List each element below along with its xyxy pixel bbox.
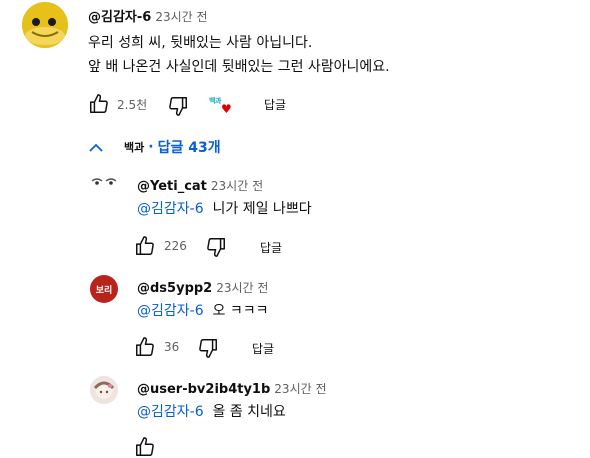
reply-mention[interactable]: @김감자-6 (137, 404, 204, 420)
dislike-icon[interactable] (197, 337, 219, 359)
creator-heart-label: 백과 (209, 97, 221, 105)
replies-count-label: 답글 43개 (157, 140, 221, 156)
reply-text: @김감자-6 올 좀 치네요 (137, 402, 286, 423)
like-icon[interactable] (134, 436, 156, 458)
character-avatar-icon (90, 376, 118, 404)
comment-line: 우리 성희 씨, 뒷배있는 사람 아닙니다. (88, 35, 313, 51)
reply-header: @user-bv2ib4ty1b 23시간 전 (137, 378, 327, 397)
reply-button[interactable]: 답글 (264, 96, 286, 113)
reply-time[interactable]: 23시간 전 (274, 382, 326, 396)
comment-author[interactable]: @김감자-6 (88, 10, 151, 25)
reply-header: @Yeti_cat 23시간 전 (137, 175, 263, 194)
reply-message: 니가 제일 나쁘다 (212, 201, 312, 217)
reply-time[interactable]: 23시간 전 (216, 281, 268, 295)
reply-time[interactable]: 23시간 전 (211, 179, 263, 193)
replies-separator: · (148, 139, 154, 155)
comment-line: 앞 배 나온건 사실인데 뒷배있는 그런 사람아니에요. (88, 59, 390, 75)
dislike-icon[interactable] (205, 236, 227, 258)
reply-author[interactable]: @ds5ypp2 (137, 281, 212, 296)
reply-avatar[interactable] (90, 376, 118, 404)
like-icon[interactable] (134, 336, 156, 358)
reply-avatar[interactable] (90, 169, 118, 197)
reply-button[interactable]: 답글 (260, 239, 282, 256)
duck-face-icon (22, 2, 68, 48)
avatar-initials: 보리 (95, 285, 113, 296)
like-count: 226 (164, 239, 187, 253)
replies-toggle[interactable]: 백과 · 답글 43개 (88, 134, 221, 160)
reply-author[interactable]: @user-bv2ib4ty1b (137, 382, 270, 397)
reply-text: @김감자-6 오 ㅋㅋㅋ (137, 301, 269, 322)
reply-message: 오 ㅋㅋㅋ (212, 303, 269, 319)
chevron-up-icon (88, 138, 110, 157)
reply-header: @ds5ypp2 23시간 전 (137, 277, 268, 296)
comment-text: 우리 성희 씨, 뒷배있는 사람 아닙니다. 앞 배 나온건 사실인데 뒷배있는… (88, 33, 390, 78)
reply-message: 올 좀 치네요 (212, 404, 286, 420)
heart-icon: ♥ (221, 102, 232, 116)
like-count: 36 (164, 340, 180, 354)
reply-author[interactable]: @Yeti_cat (137, 179, 207, 194)
reply-mention[interactable]: @김감자-6 (137, 201, 204, 217)
creator-heart: 백과 ♥ (209, 94, 235, 118)
reply-avatar[interactable]: 보리 (90, 275, 118, 303)
eyes-icon (91, 178, 117, 185)
dislike-icon[interactable] (167, 95, 189, 117)
channel-badge: 백과 (124, 141, 145, 154)
comment-time[interactable]: 23시간 전 (155, 10, 207, 24)
comment-header: @김감자-6 23시간 전 (88, 6, 208, 25)
like-icon[interactable] (88, 93, 110, 115)
reply-mention[interactable]: @김감자-6 (137, 303, 204, 319)
reply-text: @김감자-6 니가 제일 나쁘다 (137, 199, 312, 220)
like-count: 2.5천 (117, 98, 148, 112)
commenter-avatar[interactable] (22, 2, 68, 48)
like-icon[interactable] (134, 235, 156, 257)
reply-button[interactable]: 답글 (252, 340, 274, 357)
